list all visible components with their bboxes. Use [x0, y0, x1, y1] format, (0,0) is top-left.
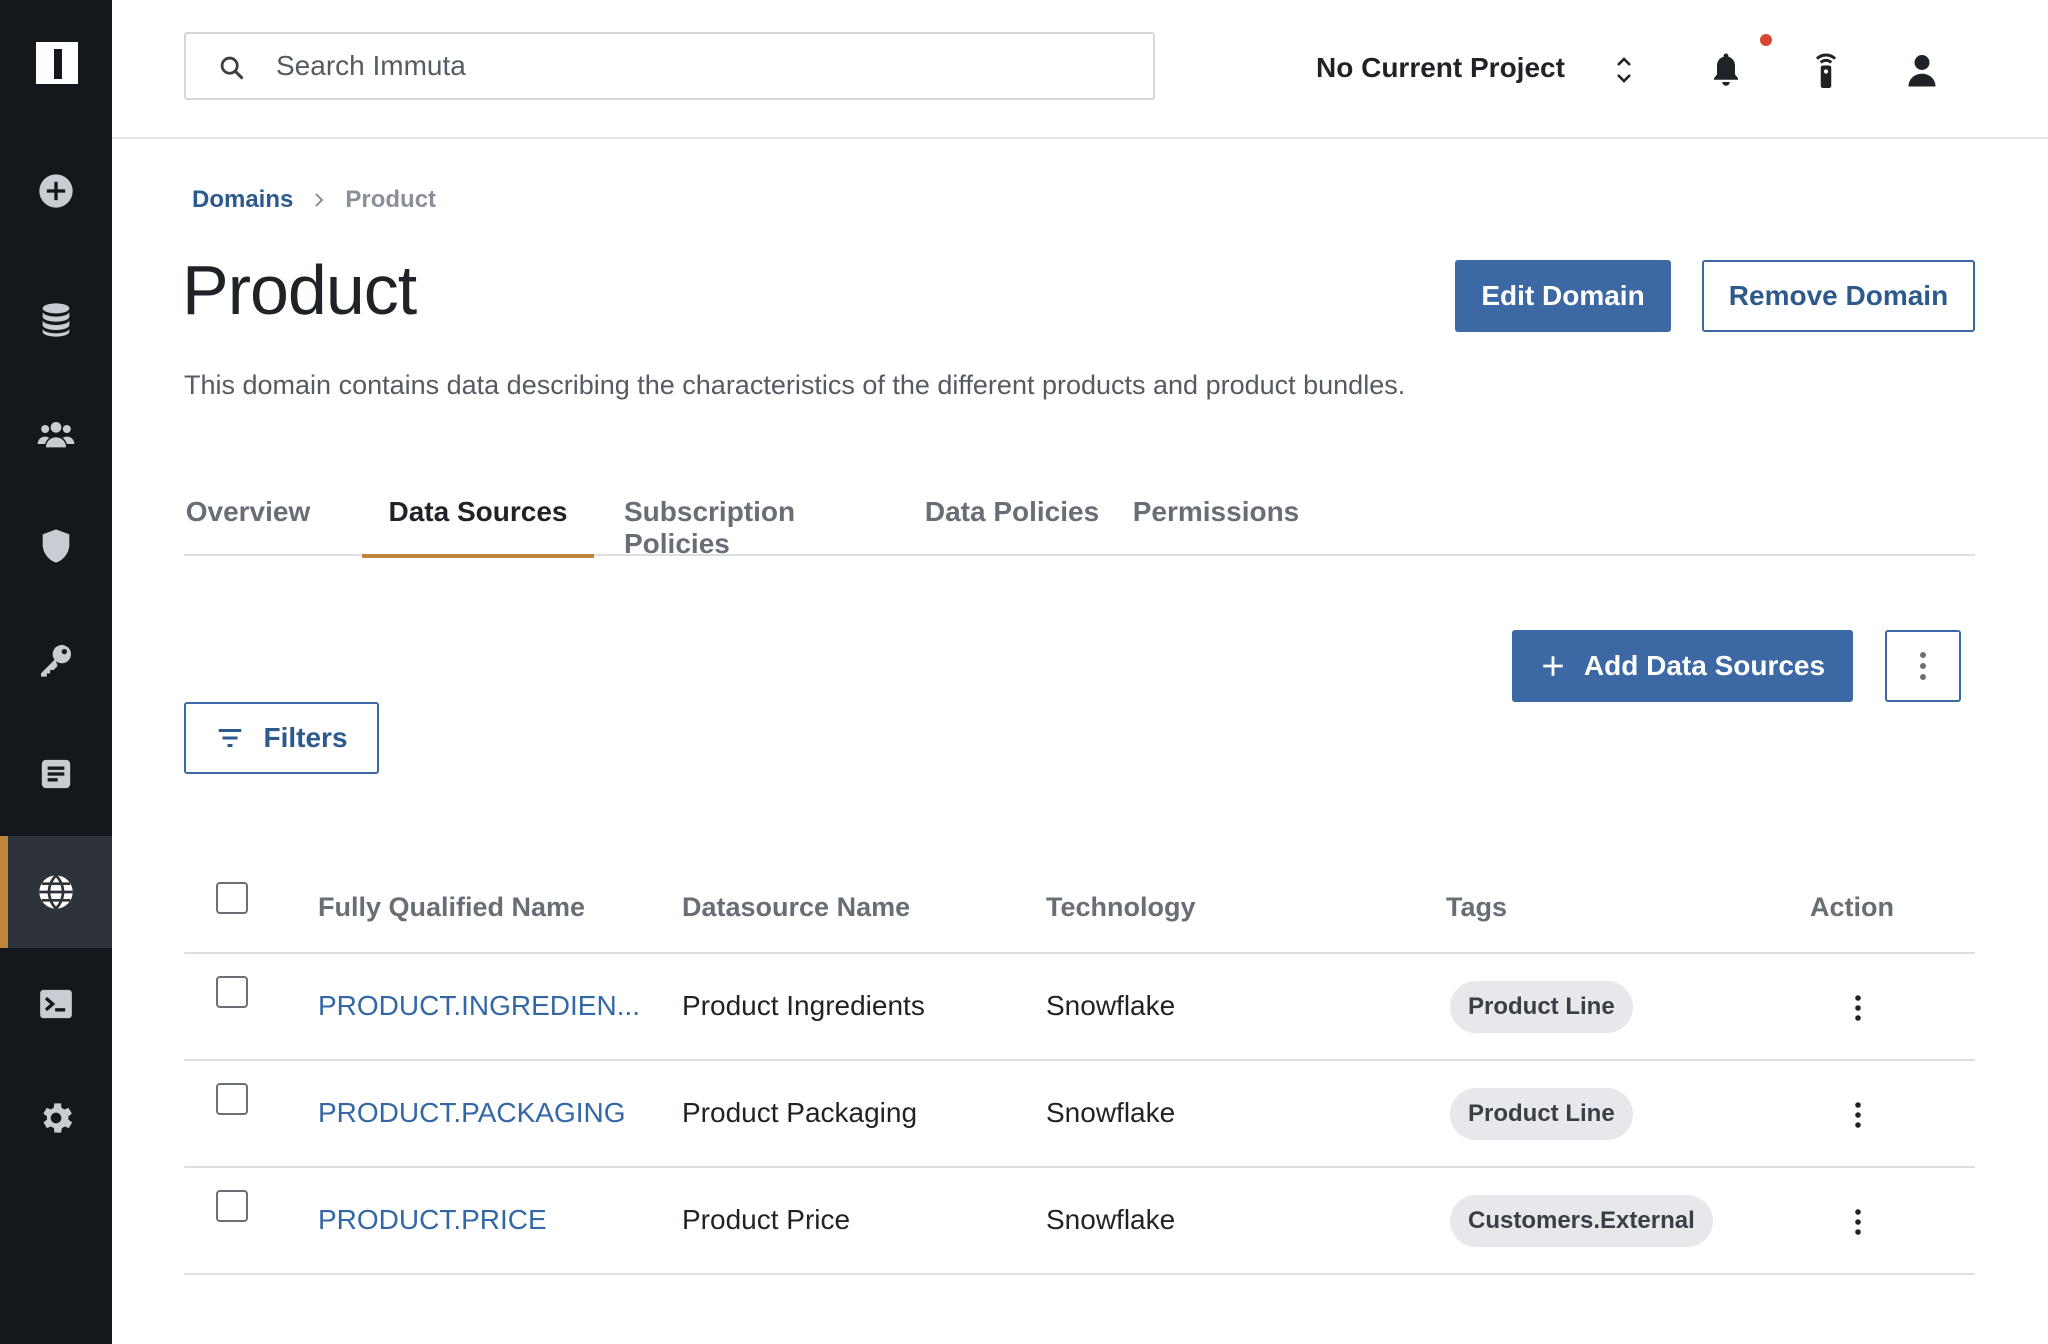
filter-icon [219, 729, 242, 747]
plus-icon [1543, 656, 1563, 676]
gear-icon [43, 1103, 73, 1133]
users-icon [37, 422, 75, 448]
key-icon [41, 645, 71, 677]
edit-domain-button[interactable]: Edit Domain [1455, 260, 1671, 332]
table-row[interactable]: PRODUCT.PRICE Product Price Snowflake Cu… [184, 1168, 1975, 1275]
tab-permissions[interactable]: Permissions [1133, 480, 1300, 556]
nav-settings[interactable] [0, 1062, 112, 1174]
fqn-link[interactable]: PRODUCT.INGREDIEN... [318, 990, 640, 1022]
column-header-action: Action [1810, 892, 1894, 922]
nav-governance[interactable] [0, 604, 112, 716]
tab-bar: Overview Data Sources Subscription Polic… [184, 480, 1975, 559]
row-checkbox[interactable] [216, 976, 248, 1008]
datasource-name: Product Packaging [682, 1097, 918, 1128]
row-action-menu[interactable] [1844, 1095, 1872, 1135]
remove-domain-button[interactable]: Remove Domain [1702, 260, 1975, 332]
top-bar: No Current Project [112, 0, 2048, 139]
tag-badge[interactable]: Product Line [1450, 981, 1633, 1033]
nav-create[interactable] [0, 135, 112, 247]
remote-icon[interactable] [1808, 50, 1844, 90]
nav-audit[interactable] [0, 718, 112, 830]
column-header-fqn[interactable]: Fully Qualified Name [318, 892, 585, 923]
nav-policies[interactable] [0, 490, 112, 602]
nav-data-sources[interactable] [0, 264, 112, 376]
filters-label: Filters [263, 722, 348, 753]
select-all-checkbox[interactable] [216, 882, 248, 914]
tag-badge[interactable]: Product Line [1450, 1088, 1633, 1140]
globe-icon [39, 874, 73, 910]
project-switcher-icon[interactable] [1612, 52, 1636, 88]
nav-domains[interactable] [0, 836, 112, 948]
row-action-menu[interactable] [1844, 1202, 1872, 1242]
table-row[interactable]: PRODUCT.INGREDIEN... Product Ingredients… [184, 954, 1975, 1061]
technology: Snowflake [1046, 990, 1176, 1021]
nav-people[interactable] [0, 378, 112, 490]
plus-circle-icon [39, 174, 73, 208]
database-icon [42, 303, 70, 337]
immuta-logo[interactable] [36, 42, 78, 84]
tab-overview[interactable]: Overview [184, 480, 312, 556]
add-data-sources-button[interactable]: Add Data Sources [1512, 630, 1853, 702]
technology: Snowflake [1046, 1097, 1176, 1128]
tab-subscription-policies[interactable]: Subscription Policies [624, 480, 884, 559]
breadcrumb-current: Product [345, 186, 437, 213]
terminal-icon [40, 989, 72, 1019]
sidebar [0, 0, 112, 1344]
domain-description: This domain contains data describing the… [184, 370, 1406, 400]
filters-button[interactable]: Filters [184, 702, 379, 774]
tab-data-policies[interactable]: Data Policies [924, 480, 1100, 556]
kebab-menu-icon [1920, 652, 1926, 680]
tag-badge[interactable]: Customers.External [1450, 1195, 1713, 1247]
kebab-menu-icon [1855, 995, 1861, 1021]
breadcrumb: Domains Product [192, 186, 436, 214]
kebab-menu-icon [1855, 1209, 1861, 1235]
column-header-datasource-name[interactable]: Datasource Name [682, 892, 910, 923]
table-header: Fully Qualified Name Datasource Name Tec… [184, 860, 1975, 954]
fqn-link[interactable]: PRODUCT.PACKAGING [318, 1097, 626, 1129]
datasource-name: Product Ingredients [682, 990, 925, 1021]
current-project[interactable]: No Current Project [1316, 52, 1565, 84]
datasource-name: Product Price [682, 1204, 851, 1235]
search-input[interactable] [276, 46, 1136, 86]
notification-dot [1760, 34, 1772, 46]
bell-icon[interactable] [1708, 50, 1744, 90]
row-action-menu[interactable] [1844, 988, 1872, 1028]
search-box[interactable] [184, 32, 1155, 100]
row-checkbox[interactable] [216, 1083, 248, 1115]
chevron-right-icon [315, 193, 324, 207]
nav-query-editor[interactable] [0, 948, 112, 1060]
shield-icon [42, 529, 70, 563]
user-profile-icon[interactable] [1904, 50, 1940, 90]
data-sources-table: Fully Qualified Name Datasource Name Tec… [184, 860, 1975, 1275]
add-data-sources-label: Add Data Sources [1583, 650, 1826, 681]
document-icon [41, 759, 71, 789]
more-options-button[interactable] [1885, 630, 1961, 702]
tab-data-sources[interactable]: Data Sources [362, 480, 594, 558]
table-row[interactable]: PRODUCT.PACKAGING Product Packaging Snow… [184, 1061, 1975, 1168]
fqn-link[interactable]: PRODUCT.PRICE [318, 1204, 547, 1236]
column-header-technology[interactable]: Technology [1046, 892, 1196, 923]
column-header-tags: Tags [1446, 892, 1508, 922]
search-icon [220, 56, 244, 80]
breadcrumb-domains-link[interactable]: Domains [192, 186, 293, 214]
page-title: Product [182, 251, 417, 329]
technology: Snowflake [1046, 1204, 1176, 1235]
row-checkbox[interactable] [216, 1190, 248, 1222]
kebab-menu-icon [1855, 1102, 1861, 1128]
